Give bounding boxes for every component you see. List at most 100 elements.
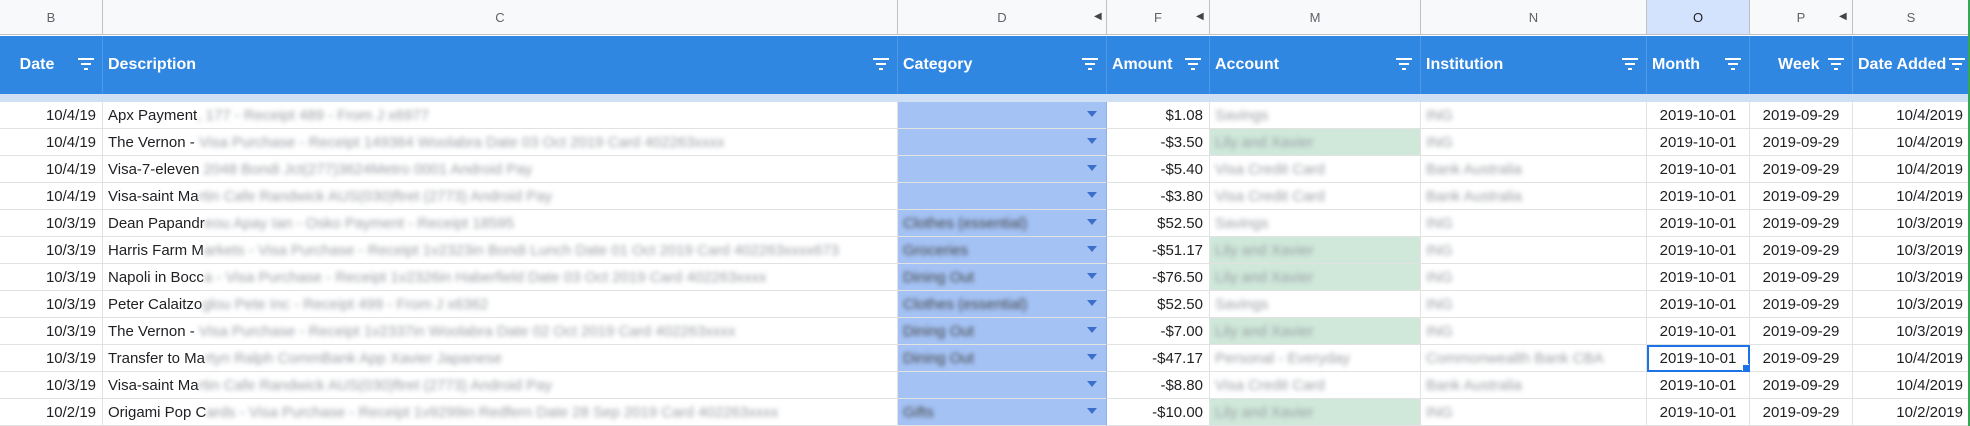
account-cell[interactable]: Lily and Xavier xyxy=(1210,318,1421,345)
date-added-cell[interactable]: 10/3/2019 xyxy=(1853,318,1970,345)
description-cell[interactable]: Visa-7-eleven 2048 Bondi Jct(277)3624Met… xyxy=(103,156,898,183)
header-institution[interactable]: Institution xyxy=(1421,36,1647,94)
amount-cell[interactable]: -$3.50 xyxy=(1107,129,1210,156)
month-cell[interactable]: 2019-10-01 xyxy=(1647,210,1750,237)
date-added-cell[interactable]: 10/3/2019 xyxy=(1853,237,1970,264)
description-cell[interactable]: Apx Payment, 177 - Receipt 489 - From J … xyxy=(103,102,898,129)
amount-cell[interactable]: -$7.00 xyxy=(1107,318,1210,345)
description-cell[interactable]: Dean Papandreou Apay Ian - Osko Payment … xyxy=(103,210,898,237)
filter-icon[interactable] xyxy=(1396,58,1412,72)
date-added-cell[interactable]: 10/4/2019 xyxy=(1853,129,1970,156)
header-description[interactable]: Description xyxy=(103,36,898,94)
month-cell[interactable]: 2019-10-01 xyxy=(1647,129,1750,156)
week-cell[interactable]: 2019-09-29 xyxy=(1750,237,1853,264)
date-added-cell[interactable]: 10/4/2019 xyxy=(1853,372,1970,399)
description-cell[interactable]: Origami Pop Cards - Visa Purchase - Rece… xyxy=(103,399,898,426)
filter-icon[interactable] xyxy=(1622,58,1638,72)
account-cell[interactable]: Savings xyxy=(1210,210,1421,237)
week-cell[interactable]: 2019-09-29 xyxy=(1750,102,1853,129)
description-cell[interactable]: Transfer to Martyn Ralph CommBank App Xa… xyxy=(103,345,898,372)
header-date-added[interactable]: Date Added xyxy=(1853,36,1970,94)
filter-icon[interactable] xyxy=(1725,58,1741,72)
dropdown-arrow-icon[interactable] xyxy=(1087,408,1097,414)
amount-cell[interactable]: $52.50 xyxy=(1107,210,1210,237)
header-amount[interactable]: Amount xyxy=(1107,36,1210,94)
week-cell[interactable]: 2019-09-29 xyxy=(1750,318,1853,345)
description-cell[interactable]: Napoli in Bocca - Visa Purchase - Receip… xyxy=(103,264,898,291)
month-cell[interactable]: 2019-10-01 xyxy=(1647,399,1750,426)
category-cell[interactable] xyxy=(898,183,1107,210)
institution-cell[interactable]: Bank Australia xyxy=(1421,156,1647,183)
date-added-cell[interactable]: 10/3/2019 xyxy=(1853,264,1970,291)
amount-cell[interactable]: -$10.00 xyxy=(1107,399,1210,426)
month-cell[interactable]: 2019-10-01 xyxy=(1647,102,1750,129)
column-header-f[interactable]: F xyxy=(1107,0,1210,35)
category-cell[interactable]: Gifts xyxy=(898,399,1107,426)
date-added-cell[interactable]: 10/4/2019 xyxy=(1853,156,1970,183)
dropdown-arrow-icon[interactable] xyxy=(1087,165,1097,171)
column-header-p[interactable]: P xyxy=(1750,0,1853,35)
category-cell[interactable]: Clothes (essential) xyxy=(898,210,1107,237)
institution-cell[interactable]: Commonwealth Bank CBA xyxy=(1421,345,1647,372)
header-month[interactable]: Month xyxy=(1647,36,1750,94)
week-cell[interactable]: 2019-09-29 xyxy=(1750,345,1853,372)
filter-icon[interactable] xyxy=(1828,58,1844,72)
date-added-cell[interactable]: 10/3/2019 xyxy=(1853,291,1970,318)
account-cell[interactable]: Lily and Xavier xyxy=(1210,237,1421,264)
dropdown-arrow-icon[interactable] xyxy=(1087,327,1097,333)
amount-cell[interactable]: -$3.80 xyxy=(1107,183,1210,210)
institution-cell[interactable]: ING xyxy=(1421,318,1647,345)
date-cell[interactable]: 10/2/19 xyxy=(0,399,103,426)
month-cell[interactable]: 2019-10-01 xyxy=(1647,372,1750,399)
institution-cell[interactable]: ING xyxy=(1421,129,1647,156)
month-cell[interactable]: 2019-10-01 xyxy=(1647,156,1750,183)
institution-cell[interactable]: ING xyxy=(1421,102,1647,129)
date-cell[interactable]: 10/4/19 xyxy=(0,129,103,156)
column-header-d[interactable]: D xyxy=(898,0,1107,35)
institution-cell[interactable]: ING xyxy=(1421,291,1647,318)
category-cell[interactable]: Groceries xyxy=(898,237,1107,264)
dropdown-arrow-icon[interactable] xyxy=(1087,192,1097,198)
date-cell[interactable]: 10/3/19 xyxy=(0,264,103,291)
amount-cell[interactable]: -$51.17 xyxy=(1107,237,1210,264)
week-cell[interactable]: 2019-09-29 xyxy=(1750,264,1853,291)
date-cell[interactable]: 10/4/19 xyxy=(0,183,103,210)
filter-icon[interactable] xyxy=(1082,58,1098,72)
account-cell[interactable]: Savings xyxy=(1210,291,1421,318)
institution-cell[interactable]: Bank Australia xyxy=(1421,372,1647,399)
date-cell[interactable]: 10/3/19 xyxy=(0,372,103,399)
hidden-columns-left-arrow-icon-2[interactable]: ◀ xyxy=(1196,11,1204,22)
category-cell[interactable] xyxy=(898,372,1107,399)
week-cell[interactable]: 2019-09-29 xyxy=(1750,291,1853,318)
filter-icon[interactable] xyxy=(1949,58,1965,72)
description-cell[interactable]: Harris Farm Markets - Visa Purchase - Re… xyxy=(103,237,898,264)
date-added-cell[interactable]: 10/2/2019 xyxy=(1853,399,1970,426)
institution-cell[interactable]: ING xyxy=(1421,399,1647,426)
date-cell[interactable]: 10/3/19 xyxy=(0,210,103,237)
week-cell[interactable]: 2019-09-29 xyxy=(1750,129,1853,156)
category-cell[interactable] xyxy=(898,156,1107,183)
column-header-o[interactable]: O xyxy=(1647,0,1750,35)
column-header-m[interactable]: M xyxy=(1210,0,1421,35)
filter-icon[interactable] xyxy=(1185,58,1201,72)
week-cell[interactable]: 2019-09-29 xyxy=(1750,156,1853,183)
institution-cell[interactable]: Bank Australia xyxy=(1421,183,1647,210)
description-cell[interactable]: Visa-saint Martin Cafe Randwick AUS(030)… xyxy=(103,183,898,210)
hidden-columns-left-arrow-icon[interactable]: ◀ xyxy=(1094,11,1102,22)
account-cell[interactable]: Savings xyxy=(1210,102,1421,129)
date-cell[interactable]: 10/3/19 xyxy=(0,345,103,372)
column-header-b[interactable]: B xyxy=(0,0,103,35)
dropdown-arrow-icon[interactable] xyxy=(1087,246,1097,252)
dropdown-arrow-icon[interactable] xyxy=(1087,381,1097,387)
account-cell[interactable]: Lily and Xavier xyxy=(1210,399,1421,426)
amount-cell[interactable]: -$8.80 xyxy=(1107,372,1210,399)
date-added-cell[interactable]: 10/3/2019 xyxy=(1853,210,1970,237)
date-cell[interactable]: 10/4/19 xyxy=(0,102,103,129)
dropdown-arrow-icon[interactable] xyxy=(1087,138,1097,144)
filter-icon[interactable] xyxy=(873,58,889,72)
description-cell[interactable]: Peter Calaitzoglou Pete Inc - Receipt 49… xyxy=(103,291,898,318)
category-cell[interactable] xyxy=(898,102,1107,129)
amount-cell[interactable]: -$47.17 xyxy=(1107,345,1210,372)
date-cell[interactable]: 10/4/19 xyxy=(0,156,103,183)
description-cell[interactable]: Visa-saint Martin Cafe Randwick AUS(030)… xyxy=(103,372,898,399)
